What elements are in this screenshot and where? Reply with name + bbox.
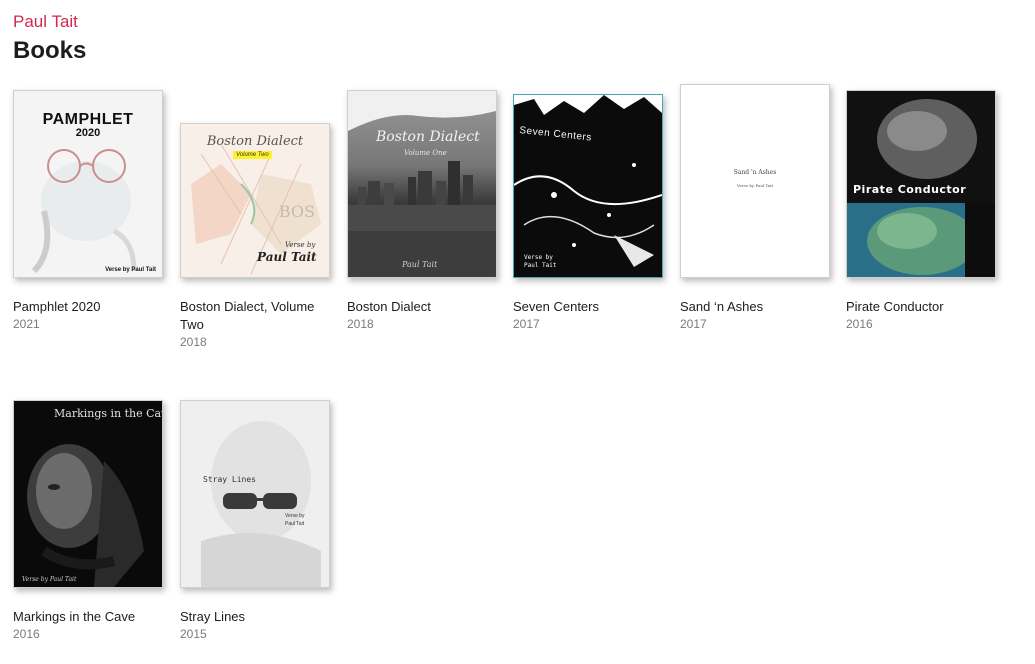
cover-subtitle: Volume Two: [233, 151, 272, 159]
cover-byline: Verse by Paul Tait: [105, 267, 156, 273]
book-item-seven-centers[interactable]: Seven Centers Verse by Paul Tait Seven C…: [513, 88, 663, 332]
cover-art: [514, 95, 662, 267]
book-title[interactable]: Markings in the Cave: [13, 608, 163, 626]
book-year: 2017: [680, 317, 707, 331]
cover-byline-top: Verse by: [285, 241, 316, 249]
cover-byline: Paul Tait: [257, 250, 317, 264]
cover-title: Markings in the Cave: [54, 407, 163, 420]
book-cover[interactable]: Boston Dialect Volume Two BOS Verse by P…: [180, 123, 330, 278]
book-item-boston-dialect[interactable]: Boston Dialect Volume One Paul Tait Bost…: [347, 88, 497, 332]
book-cover[interactable]: PAMPHLET 2020 Verse by Paul Tait: [13, 90, 163, 278]
book-year: 2017: [513, 317, 540, 331]
book-title[interactable]: Sand ‘n Ashes: [680, 298, 830, 316]
book-item-markings-in-the-cave[interactable]: Markings in the Cave Verse by Paul Tait …: [13, 398, 163, 642]
cover-byline: Paul Tait: [285, 521, 305, 527]
cover-title: Sand 'n Ashes: [733, 169, 777, 176]
book-year: 2015: [180, 627, 207, 641]
book-title[interactable]: Pirate Conductor: [846, 298, 996, 316]
cover-art: [201, 421, 321, 587]
book-item-pamphlet-2020[interactable]: PAMPHLET 2020 Verse by Paul Tait Pamphle…: [13, 88, 163, 332]
book-year: 2018: [347, 317, 374, 331]
book-year: 2018: [180, 335, 207, 349]
book-cover[interactable]: Seven Centers Verse by Paul Tait: [513, 94, 663, 278]
book-cover[interactable]: Stray Lines Verse by Paul Tait: [180, 400, 330, 588]
cover-title: Boston Dialect: [376, 129, 480, 145]
cover-subtitle: Volume One: [404, 149, 447, 157]
book-cover[interactable]: Sand 'n Ashes Verse by Paul Tait: [680, 84, 830, 278]
book-item-pirate-conductor[interactable]: Pirate Conductor Pirate Conductor 2016: [846, 88, 996, 332]
cover-byline: Paul Tait: [524, 262, 557, 269]
cover-art: [27, 444, 144, 587]
book-title[interactable]: Boston Dialect, Volume Two: [180, 298, 330, 334]
cover-art: [348, 91, 496, 277]
book-year: 2016: [846, 317, 873, 331]
book-year: 2021: [13, 317, 40, 331]
cover-title: Pirate Conductor: [853, 183, 967, 196]
author-link[interactable]: Paul Tait: [13, 12, 78, 32]
cover-subtitle: 2020: [75, 127, 101, 139]
cover-title: Stray Lines: [203, 475, 256, 484]
book-item-sand-n-ashes[interactable]: Sand 'n Ashes Verse by Paul Tait Sand ‘n…: [680, 84, 830, 332]
book-cover[interactable]: Boston Dialect Volume One Paul Tait: [347, 90, 497, 278]
cover-byline: Verse by Paul Tait: [736, 183, 774, 188]
cover-byline-top: Verse by: [524, 254, 553, 261]
cover-byline: Paul Tait: [402, 260, 438, 269]
book-year: 2016: [13, 627, 40, 641]
book-item-stray-lines[interactable]: Stray Lines Verse by Paul Tait Stray Lin…: [180, 398, 330, 642]
cover-title: Boston Dialect: [206, 134, 304, 149]
page-title: Books: [13, 37, 87, 64]
cover-byline-top: Verse by: [285, 513, 305, 519]
book-title[interactable]: Stray Lines: [180, 608, 330, 626]
cover-byline: Verse by Paul Tait: [22, 576, 77, 583]
book-title[interactable]: Seven Centers: [513, 298, 663, 316]
book-cover[interactable]: Markings in the Cave Verse by Paul Tait: [13, 400, 163, 588]
cover-map-label: BOS: [278, 202, 315, 221]
book-cover[interactable]: Pirate Conductor: [846, 90, 996, 278]
book-title[interactable]: Pamphlet 2020: [13, 298, 163, 316]
book-title[interactable]: Boston Dialect: [347, 298, 497, 316]
book-item-boston-dialect-volume-two[interactable]: Boston Dialect Volume Two BOS Verse by P…: [180, 88, 330, 350]
